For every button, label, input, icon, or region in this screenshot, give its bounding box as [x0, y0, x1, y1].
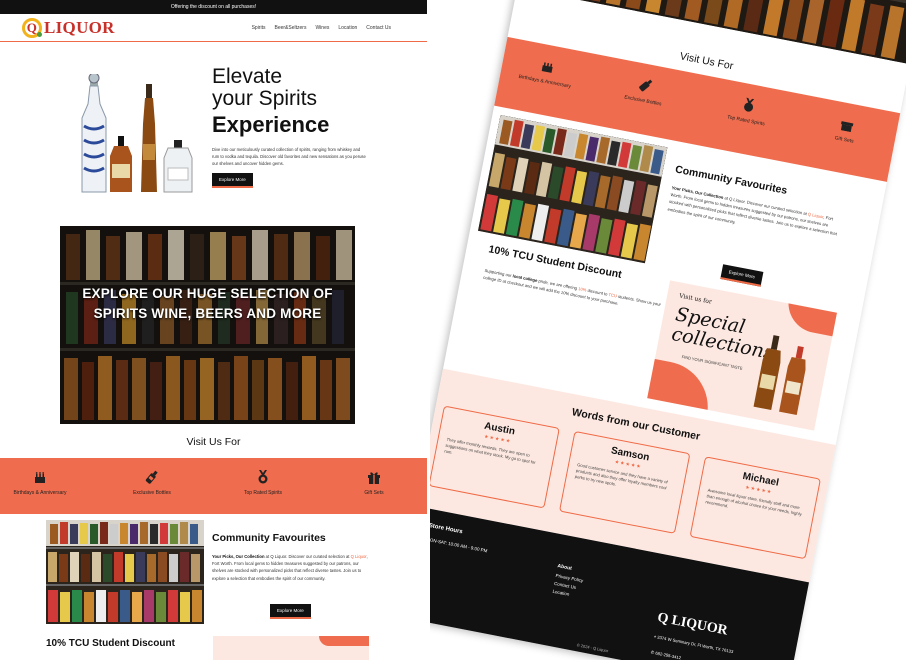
nav-contact-us[interactable]: Contact Us: [366, 25, 391, 31]
visit-label-top-rated: Top Rated Spirits: [243, 490, 283, 496]
testimonial-card: Samson ★★★★★ Good customer service and t…: [558, 430, 691, 534]
visit-us-title: Visit Us For: [186, 436, 241, 448]
rotated-visit-label-gift-sets: Gift Sets: [834, 135, 855, 145]
decor-blob: [647, 357, 716, 416]
hero-title-line2: your Spirits: [212, 87, 318, 110]
rotated-explore-button[interactable]: Explore More: [720, 264, 764, 287]
cake-icon: [541, 62, 553, 73]
rotated-visit-gift-sets: Gift Sets: [799, 109, 892, 152]
visit-item-birthdays: Birthdays & Anniversary: [0, 470, 80, 496]
visit-label-gift-sets: Gift Sets: [364, 490, 384, 496]
nav-beer-seltzers[interactable]: Beer&Seltzers: [274, 25, 306, 31]
community-link[interactable]: Q Liquor: [351, 554, 367, 559]
copyright: © 2024 - Q Liquor: [576, 642, 609, 654]
nav-wines[interactable]: Wines: [315, 25, 329, 31]
rotated-visit-label-exclusive: Exclusive Bottles: [623, 94, 662, 108]
visit-label-birthdays: Birthdays & Anniversary: [13, 490, 67, 496]
rotated-community-text: Community Favourites Your Picks, Our Col…: [667, 163, 848, 245]
community-description: Your Picks, Our Collection at Q Liquor. …: [212, 553, 372, 582]
community-shelf-image: [46, 520, 204, 624]
rotated-visit-label-top-rated: Top Rated Spirits: [726, 114, 766, 128]
hero-section: Elevate your Spirits Experience Dive int…: [0, 62, 427, 202]
banner-title: EXPLORE OUR HUGE SELECTION OF SPIRITS WI…: [82, 286, 333, 321]
visit-item-exclusive: Exclusive Bottles: [112, 470, 192, 496]
rotated-page: MORE Visit Us For Birthdays & Anniversar…: [430, 0, 906, 660]
community-title: Community Favourites: [212, 532, 326, 544]
medal-icon: [258, 470, 268, 484]
community-section: Community Favourites Your Picks, Our Col…: [0, 518, 427, 660]
visit-us-band: Birthdays & Anniversary Exclusive Bottle…: [0, 458, 427, 514]
visit-label-exclusive: Exclusive Bottles: [133, 490, 171, 496]
announcement-text: Offering the discount on all purchases!: [170, 4, 257, 10]
footer-logo[interactable]: Q LIQUOR: [656, 610, 729, 639]
hero-bottles-image: [54, 72, 204, 198]
testimonial-card: Austin ★★★★★ They offer monthly rewards.…: [430, 405, 560, 509]
shelf-photo: [60, 226, 355, 424]
gift-icon: [368, 472, 380, 484]
bottle-icon: [639, 79, 653, 92]
rotated-store-photo: [478, 114, 668, 264]
home-page: Offering the discount on all purchases! …: [0, 0, 427, 660]
site-logo[interactable]: Q LIQUOR: [22, 17, 115, 38]
tcu-title-partial: 10% TCU Student Discount: [46, 638, 175, 649]
rotated-visit-exclusive: Exclusive Bottles: [598, 70, 691, 113]
store-hours: MON-SAT: 10:00 AM - 9:00 PM: [430, 536, 488, 554]
community-body-a: at Q Liquor. Discover our curated select…: [264, 554, 351, 559]
logo-q-icon: Q: [22, 17, 42, 38]
testimonial-card: Michael ★★★★★ Awesome local liquor store…: [689, 456, 821, 560]
store-hours-title: Store Hours: [430, 522, 464, 536]
logo-text: LIQUOR: [44, 17, 115, 37]
rotated-community-image: [478, 114, 668, 264]
visit-item-gift-sets: Gift Sets: [334, 470, 414, 496]
bottles-illustration: [81, 72, 193, 193]
announcement-bar: Offering the discount on all purchases!: [0, 0, 427, 14]
site-header: Q LIQUOR Spirits Beer&Seltzers Wines Loc…: [0, 14, 427, 42]
community-explore-button[interactable]: Explore More: [270, 604, 311, 619]
hero-description: Dive into our meticulously curated colle…: [212, 147, 366, 166]
hero-text: Elevate your Spirits Experience Dive int…: [212, 66, 392, 188]
rotated-visit-birthdays: Birthdays & Anniversary: [500, 51, 593, 94]
selection-banner: EXPLORE OUR HUGE SELECTION OF SPIRITS WI…: [60, 226, 355, 424]
explore-more-button[interactable]: Explore More: [212, 173, 253, 188]
rotated-visit-top-rated: Top Rated Spirits: [701, 90, 794, 133]
rotated-page-view: MORE Visit Us For Birthdays & Anniversar…: [430, 0, 906, 660]
hero-title-line1: Elevate: [212, 65, 283, 88]
bottle-icon: [145, 470, 158, 484]
footer-about: About Privacy Policy Contact Us Location: [552, 562, 586, 601]
community-lead: Your Picks, Our Collection: [212, 554, 265, 559]
footer-logo-q: Q: [656, 610, 670, 628]
rotated-visit-label-birthdays: Birthdays & Anniversary: [518, 73, 572, 90]
nav-location[interactable]: Location: [338, 25, 357, 31]
community-text: Community Favourites Your Picks, Our Col…: [212, 532, 372, 582]
gift-icon: [840, 121, 854, 133]
main-nav: Spirits Beer&Seltzers Wines Location Con…: [252, 25, 391, 31]
visit-item-top-rated: Top Rated Spirits: [223, 470, 303, 496]
screenshot-stage: Offering the discount on all purchases! …: [0, 0, 906, 660]
hero-title-line3: Experience: [212, 112, 330, 137]
footer-logo-text: LIQUOR: [670, 613, 729, 639]
special-collections-partial: [213, 636, 369, 660]
cake-icon: [35, 472, 45, 483]
store-shelf-photo: [46, 520, 204, 624]
medal-icon: [744, 97, 755, 112]
nav-spirits[interactable]: Spirits: [252, 25, 266, 31]
special-collections-card: Visit us for Special collections FIND YO…: [647, 280, 837, 431]
